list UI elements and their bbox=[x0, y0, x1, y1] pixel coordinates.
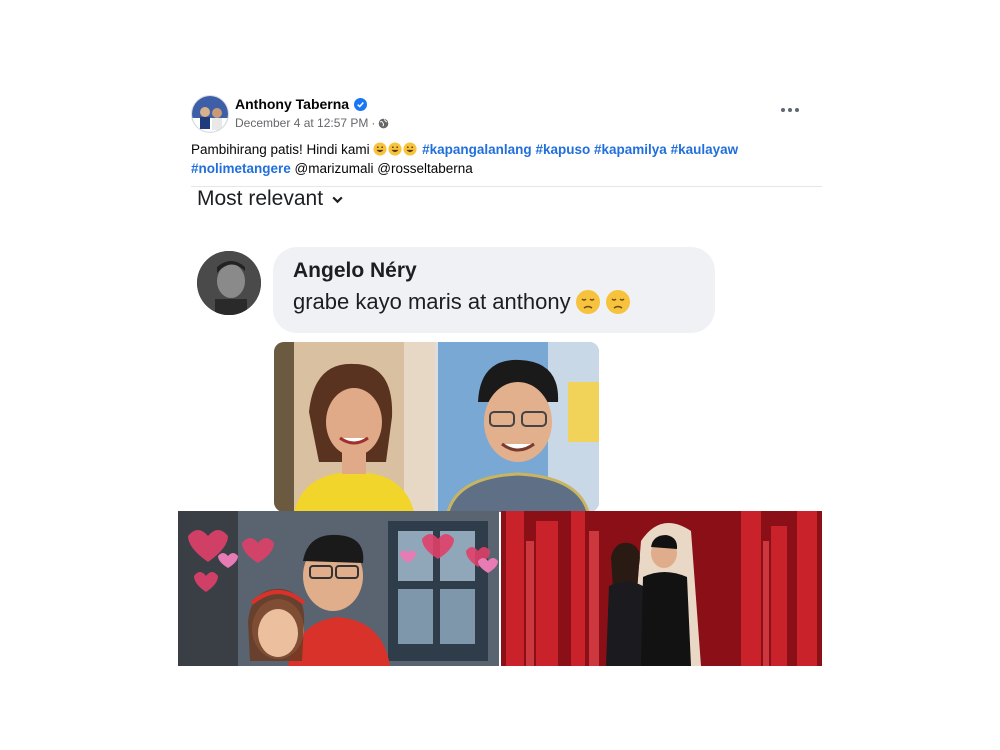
commenter-name: Angelo Néry bbox=[293, 259, 417, 282]
hashtags-line-2: #nolimetangere bbox=[191, 161, 295, 176]
commenter-avatar bbox=[197, 251, 261, 315]
meta-separator: · bbox=[371, 116, 376, 130]
comment-text-row: grabe kayo maris at anthony bbox=[293, 289, 695, 315]
sort-label-text: Most relevant bbox=[197, 187, 324, 210]
mention-link[interactable]: @marizumali bbox=[295, 161, 374, 176]
mention-link[interactable]: @rosseltaberna bbox=[377, 161, 473, 176]
facebook-post: Anthony Taberna December 4 at 12:57 PM ·… bbox=[178, 90, 822, 666]
globe-icon bbox=[379, 118, 389, 128]
post-meta: December 4 at 12:57 PM · bbox=[235, 116, 389, 130]
woman-portrait-photo bbox=[274, 342, 435, 512]
more-options-button[interactable] bbox=[778, 102, 802, 118]
grinning-emoji-group bbox=[373, 142, 418, 157]
hashtag-link[interactable]: #kaulayaw bbox=[671, 142, 739, 157]
sad-face-emoji-icon bbox=[575, 290, 600, 314]
author-name[interactable]: Anthony Taberna bbox=[235, 96, 349, 112]
post-caption: Pambihirang patis! Hindi kami #kapangala… bbox=[191, 140, 791, 178]
verified-badge-icon bbox=[354, 97, 368, 111]
author-avatar[interactable] bbox=[191, 95, 229, 133]
caption-text: Pambihirang patis! Hindi kami bbox=[191, 142, 370, 157]
sad-face-emoji-icon bbox=[605, 290, 630, 314]
comment-attached-photo bbox=[274, 342, 599, 512]
dot-icon bbox=[795, 108, 799, 112]
hashtag-link[interactable]: #kapuso bbox=[535, 142, 590, 157]
couple-hearts-photo[interactable] bbox=[178, 511, 499, 666]
comment-bubble: Angelo Néry grabe kayo maris at anthony bbox=[273, 247, 715, 333]
dot-icon bbox=[781, 108, 785, 112]
mentions: @marizumali @rosseltaberna bbox=[295, 161, 473, 176]
couple-red-backdrop-photo[interactable] bbox=[501, 511, 822, 666]
comment-text: grabe kayo maris at anthony bbox=[293, 289, 571, 314]
hashtag-link[interactable]: #kapamilya bbox=[594, 142, 667, 157]
dot-icon bbox=[788, 108, 792, 112]
post-timestamp[interactable]: December 4 at 12:57 PM bbox=[235, 116, 368, 130]
grinning-face-emoji-icon bbox=[403, 142, 417, 156]
comment-screenshot-image[interactable]: Most relevant Angelo Néry grabe kayo mar… bbox=[191, 187, 822, 512]
hashtag-link[interactable]: #kapangalanlang bbox=[422, 142, 532, 157]
post-photo-grid bbox=[178, 511, 822, 666]
hashtag-link[interactable]: #nolimetangere bbox=[191, 161, 291, 176]
hashtags-line-1: #kapangalanlang #kapuso #kapamilya #kaul… bbox=[422, 142, 738, 157]
chevron-down-icon bbox=[332, 196, 343, 203]
grinning-face-emoji-icon bbox=[373, 142, 387, 156]
man-portrait-photo bbox=[438, 342, 599, 512]
sort-label: Most relevant bbox=[197, 187, 344, 211]
grinning-face-emoji-icon bbox=[388, 142, 402, 156]
author-row: Anthony Taberna bbox=[235, 96, 368, 112]
